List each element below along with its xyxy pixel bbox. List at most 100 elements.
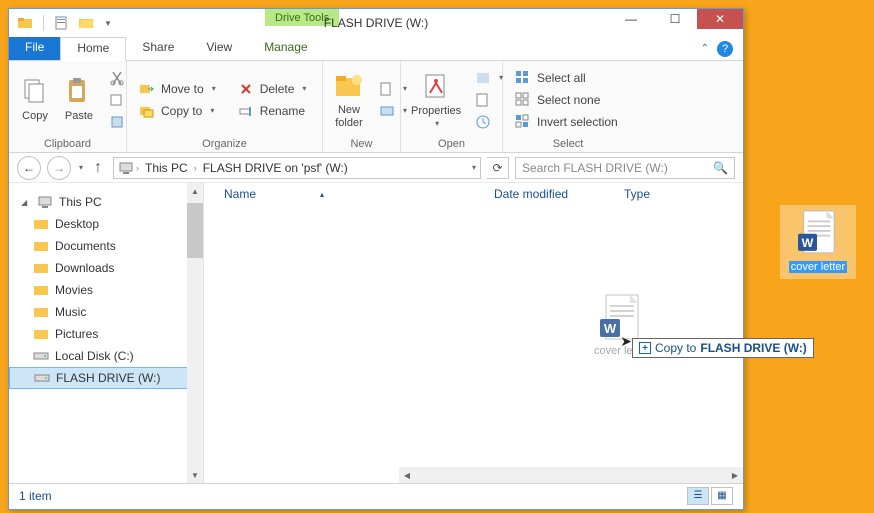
file-list-pane[interactable]: Name▴ Date modified Type W ➤ cover lette… <box>204 183 743 483</box>
column-date[interactable]: Date modified <box>494 187 624 201</box>
new-folder-button[interactable]: New folder <box>329 68 369 130</box>
tree-label: Documents <box>55 239 116 253</box>
move-to-button[interactable]: Move to▾ <box>133 78 222 100</box>
tree-local-disk[interactable]: Local Disk (C:) <box>9 345 203 367</box>
column-type[interactable]: Type <box>624 187 650 201</box>
paste-button[interactable]: Paste <box>59 74 99 124</box>
delete-label: Delete <box>260 82 295 96</box>
back-button[interactable]: ← <box>17 156 41 180</box>
cursor-icon: ➤ <box>620 333 632 350</box>
icons-view-button[interactable]: ▦ <box>711 487 733 505</box>
new-folder-icon <box>333 70 365 102</box>
status-bar: 1 item ☰ ▦ <box>9 483 743 507</box>
select-all-label: Select all <box>537 71 586 85</box>
details-view-button[interactable]: ☰ <box>687 487 709 505</box>
tooltip-prefix: Copy to <box>655 341 696 355</box>
properties-icon[interactable] <box>54 15 70 31</box>
select-none-button[interactable]: Select none <box>509 89 624 111</box>
scroll-right-icon[interactable]: ▶ <box>727 467 743 483</box>
window-title: FLASH DRIVE (W:) <box>324 16 428 30</box>
ribbon-tabs: File Home Share View Manage ⌃ ? <box>9 37 743 61</box>
search-box[interactable]: Search FLASH DRIVE (W:) 🔍 <box>515 157 735 179</box>
invert-selection-button[interactable]: Invert selection <box>509 111 624 133</box>
group-organize-label: Organize <box>127 138 322 152</box>
tab-home[interactable]: Home <box>60 37 126 61</box>
close-button[interactable]: ✕ <box>697 9 743 29</box>
open-folder-icon[interactable] <box>78 15 94 31</box>
folder-icon <box>33 216 49 232</box>
tree-this-pc[interactable]: ◢ This PC <box>9 191 203 213</box>
group-clipboard-label: Clipboard <box>9 138 126 152</box>
rename-button[interactable]: Rename <box>232 100 313 122</box>
address-bar[interactable]: › This PC › FLASH DRIVE on 'psf' (W:) ▾ <box>113 157 481 179</box>
tab-view[interactable]: View <box>190 37 248 60</box>
tree-label: Pictures <box>55 327 98 341</box>
breadcrumb-segment[interactable]: FLASH DRIVE on 'psf' (W:) <box>199 161 352 175</box>
tab-file[interactable]: File <box>9 37 60 60</box>
properties-icon <box>420 71 452 103</box>
help-icon[interactable]: ? <box>717 41 733 57</box>
tree-desktop[interactable]: Desktop <box>9 213 203 235</box>
collapse-icon[interactable]: ◢ <box>21 198 31 207</box>
new-folder-label: New folder <box>335 104 363 128</box>
history-dropdown-icon[interactable]: ▾ <box>79 163 83 172</box>
col-label: Name <box>224 187 256 201</box>
tree-flash-drive[interactable]: FLASH DRIVE (W:) <box>9 367 203 389</box>
navigation-pane: ◢ This PC Desktop Documents Downloads Mov… <box>9 183 204 483</box>
tree-documents[interactable]: Documents <box>9 235 203 257</box>
refresh-button[interactable]: ⟳ <box>487 157 509 179</box>
paste-label: Paste <box>65 110 93 122</box>
copy-button[interactable]: Copy <box>15 74 55 124</box>
desktop-file[interactable]: W cover letter <box>780 205 856 279</box>
column-name[interactable]: Name▴ <box>224 187 494 201</box>
tree-pictures[interactable]: Pictures <box>9 323 203 345</box>
collapse-ribbon-icon[interactable]: ⌃ <box>701 43 709 54</box>
horizontal-scrollbar[interactable]: ◀ ▶ <box>399 467 743 483</box>
select-none-label: Select none <box>537 93 600 107</box>
content-area: ◢ This PC Desktop Documents Downloads Mov… <box>9 183 743 483</box>
search-icon: 🔍 <box>713 161 728 175</box>
tooltip-dest: FLASH DRIVE (W:) <box>700 341 806 355</box>
tree-downloads[interactable]: Downloads <box>9 257 203 279</box>
paste-icon <box>63 76 95 108</box>
scroll-left-icon[interactable]: ◀ <box>399 467 415 483</box>
select-none-icon <box>515 92 531 108</box>
breadcrumb-segment[interactable]: This PC <box>141 161 192 175</box>
copy-to-label: Copy to <box>161 104 202 118</box>
tree-label: This PC <box>59 195 102 209</box>
group-open-label: Open <box>401 138 502 152</box>
delete-button[interactable]: Delete▾ <box>232 78 313 100</box>
select-all-button[interactable]: Select all <box>509 67 624 89</box>
tree-label: Movies <box>55 283 93 297</box>
copy-icon <box>19 76 51 108</box>
tree-label: Music <box>55 305 86 319</box>
copy-to-button[interactable]: Copy to▾ <box>133 100 222 122</box>
tab-manage[interactable]: Manage <box>248 37 323 60</box>
folder-icon <box>33 260 49 276</box>
tree-label: Desktop <box>55 217 99 231</box>
select-all-icon <box>515 70 531 86</box>
tree-label: FLASH DRIVE (W:) <box>56 371 160 385</box>
nav-scrollbar[interactable]: ▲ ▼ <box>187 183 203 483</box>
scroll-up-icon[interactable]: ▲ <box>187 183 203 199</box>
maximize-button[interactable]: ☐ <box>653 9 697 29</box>
ribbon-help: ⌃ ? <box>701 37 743 60</box>
minimize-button[interactable]: — <box>609 9 653 29</box>
item-count: 1 item <box>19 489 52 503</box>
tree-music[interactable]: Music <box>9 301 203 323</box>
properties-button[interactable]: Properties▾ <box>407 69 465 130</box>
drive-icon <box>33 348 49 364</box>
scroll-down-icon[interactable]: ▼ <box>187 467 203 483</box>
word-doc-icon: W ➤ <box>600 293 642 343</box>
address-dropdown-icon[interactable]: ▾ <box>472 163 476 172</box>
up-button[interactable]: ↑ <box>89 159 107 177</box>
word-doc-icon: W <box>798 209 838 257</box>
tab-share[interactable]: Share <box>126 37 190 60</box>
tree-movies[interactable]: Movies <box>9 279 203 301</box>
folder-icon <box>17 15 33 31</box>
group-select-label: Select <box>503 138 633 152</box>
rename-label: Rename <box>260 104 305 118</box>
forward-button[interactable]: → <box>47 156 71 180</box>
qat-dropdown-icon[interactable]: ▼ <box>104 19 112 28</box>
scroll-thumb[interactable] <box>187 203 203 258</box>
